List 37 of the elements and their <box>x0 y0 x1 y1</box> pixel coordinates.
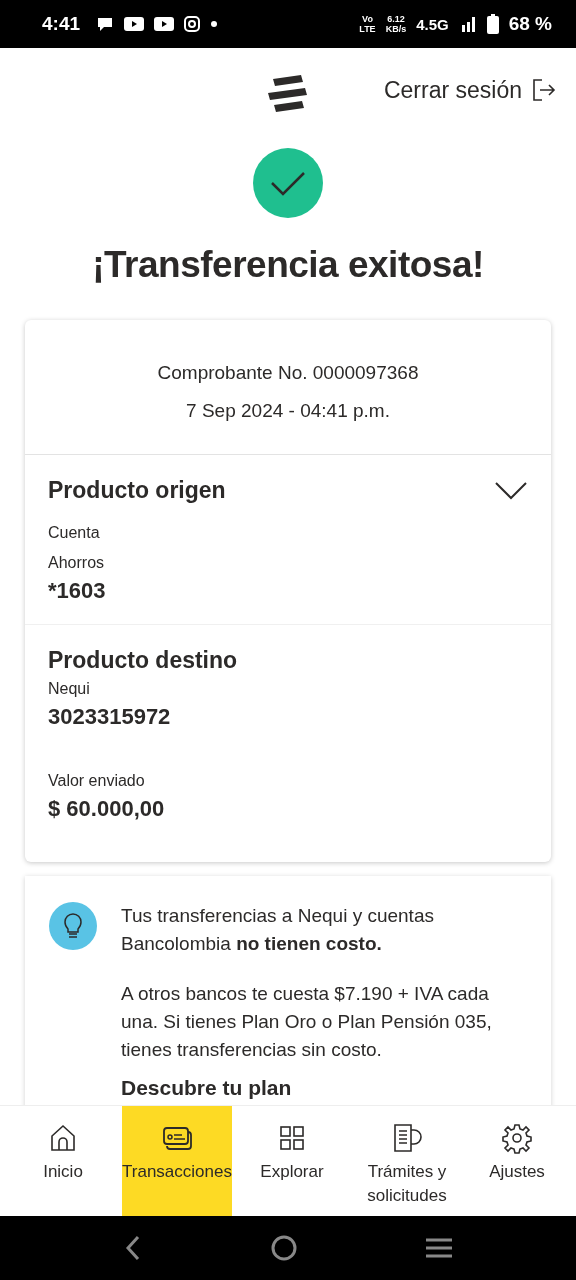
field-label: Nequi <box>48 679 91 699</box>
clock: 4:41 <box>42 13 81 35</box>
nav-tab[interactable]: Transacciones <box>122 1106 232 1216</box>
chat-bubble-icon <box>96 16 115 32</box>
home-button-icon[interactable] <box>270 1234 298 1262</box>
dot-icon <box>210 20 219 28</box>
logout-icon <box>532 78 556 102</box>
play-icon <box>154 17 175 31</box>
section-heading: Producto destino <box>48 647 238 674</box>
field-label: Valor enviado <box>48 771 146 791</box>
field-value: $ 60.000,00 <box>48 796 166 822</box>
logout-button[interactable]: Cerrar sesión <box>383 72 556 108</box>
field-label: Ahorros <box>48 553 106 573</box>
volte-indicator: Vo LTE <box>359 14 376 34</box>
network-speed: 6.12 KB/s <box>385 14 407 34</box>
lightbulb-icon <box>49 902 97 950</box>
camera-icon <box>184 16 201 32</box>
logo-icon <box>267 73 309 113</box>
battery-icon <box>486 14 499 34</box>
network-type: 4.5G <box>416 15 449 33</box>
info-text: A otros bancos te cuesta $7.190 + IVA cada una. Si tienes Plan Oro o Plan Pensión 035, tienes transferencias sin costo. <box>121 982 493 1062</box>
field-value: 3023315972 <box>48 704 172 730</box>
battery-level: 68 % <box>508 13 552 35</box>
info-text: Tus transferencias a Nequi y cuentas Bancolombia no tienen costo. <box>121 904 435 956</box>
plan-link[interactable]: Descubre tu plan <box>121 1076 292 1100</box>
success-title: ¡Transferencia exitosa! <box>91 244 485 286</box>
receipt-date: 7 Sep 2024 - 04:41 p.m. <box>185 399 391 423</box>
menu-icon[interactable] <box>424 1236 453 1260</box>
section-heading: Producto origen <box>48 477 226 504</box>
chevron-down-icon[interactable] <box>494 480 528 501</box>
receipt-number: Comprobante No. 0000097368 <box>156 361 420 385</box>
play-icon <box>124 17 145 31</box>
success-check-icon <box>253 148 323 218</box>
settings-icon <box>501 1122 533 1154</box>
document-icon <box>391 1122 423 1154</box>
field-label: Cuenta <box>48 523 101 543</box>
field-value: *1603 <box>48 578 107 604</box>
